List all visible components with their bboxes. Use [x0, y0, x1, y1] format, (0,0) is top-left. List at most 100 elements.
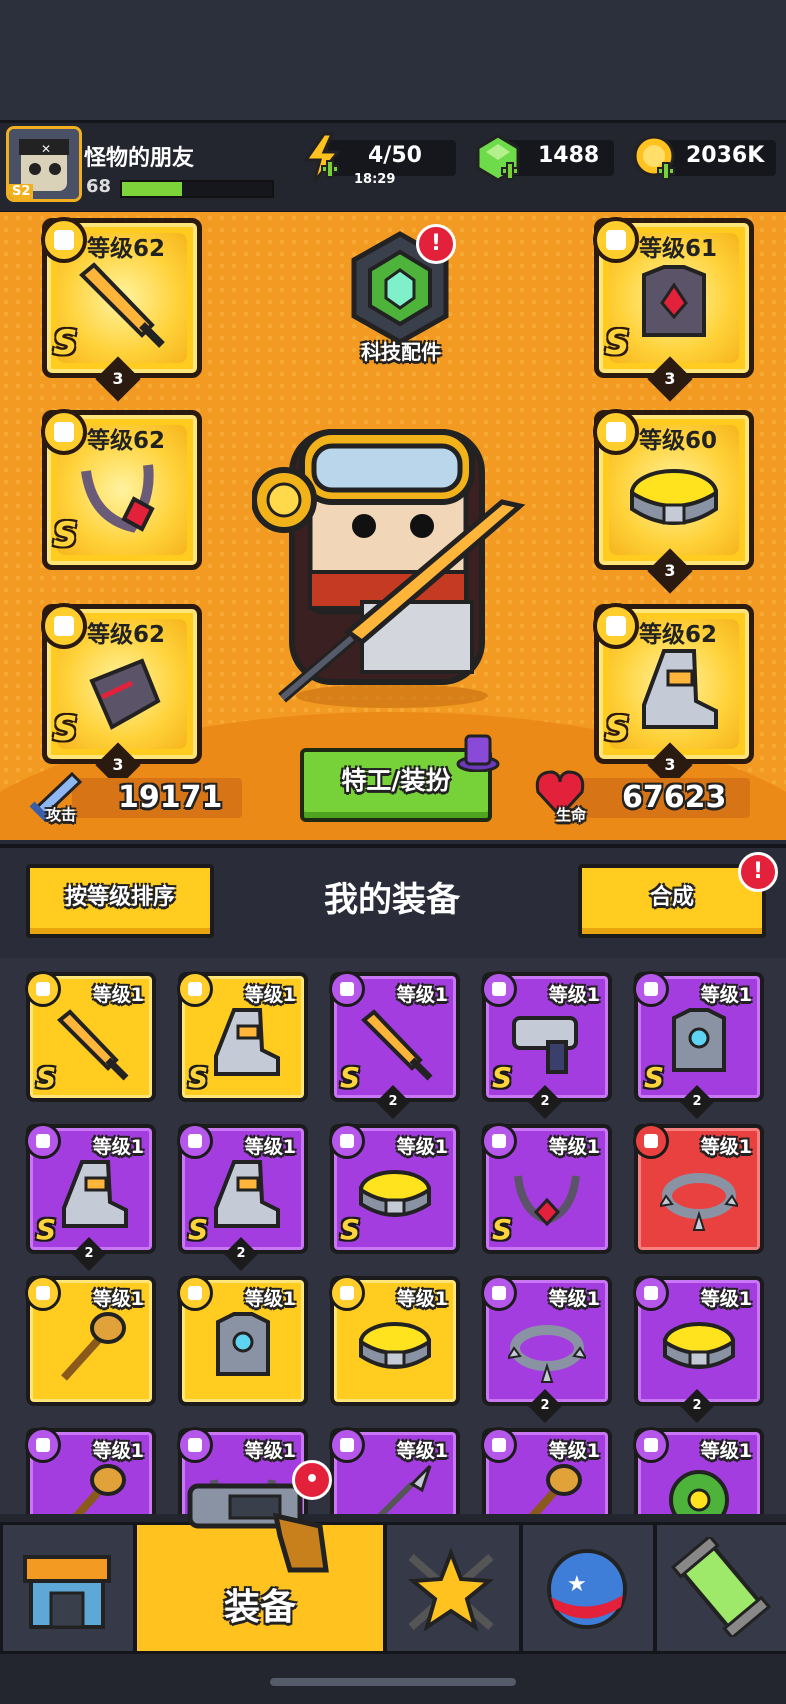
tab-planet[interactable]: ★ — [520, 1522, 656, 1654]
item-type-icon — [25, 971, 61, 1007]
equipment-item[interactable]: 等级1 — [633, 1123, 764, 1254]
slot-necklace[interactable]: 等级62 S — [41, 409, 202, 570]
player-name: 怪物的朋友 — [84, 146, 195, 171]
item-type-icon — [177, 1123, 213, 1159]
equipment-item[interactable]: 等级1 S 2 — [481, 971, 612, 1119]
slot-belt[interactable]: 等级60 3 — [593, 409, 754, 594]
item-type-icon — [25, 1275, 61, 1311]
equipment-item[interactable]: 等级1 S — [25, 971, 156, 1102]
item-level: 等级1 — [244, 1136, 296, 1158]
star-badge: 2 — [376, 1085, 410, 1119]
gloves-icon — [89, 658, 161, 730]
home-indicator — [270, 1678, 516, 1686]
player-level: 68 — [86, 176, 112, 197]
energy-icon[interactable] — [300, 132, 346, 184]
tab-dna[interactable] — [654, 1522, 786, 1654]
necklace-icon — [81, 464, 155, 533]
item-rank: S — [188, 1061, 209, 1094]
item-type-icon — [633, 1427, 669, 1463]
slot-gloves[interactable]: 等级62 S 3 — [41, 603, 202, 788]
tab-shop[interactable] — [0, 1522, 136, 1654]
spiked-collar-icon — [660, 1173, 738, 1231]
coins-value: 2036K — [686, 143, 765, 168]
item-level: 等级1 — [548, 1440, 600, 1462]
equipment-item[interactable]: 等级1 — [481, 1427, 612, 1514]
boots-icon — [62, 1160, 128, 1228]
dna-icon — [670, 1534, 772, 1640]
item-type-icon — [177, 1275, 213, 1311]
star-badge: 2 — [528, 1085, 562, 1119]
equipment-item[interactable]: 等级1 S 2 — [25, 1123, 156, 1271]
item-type-icon — [329, 971, 365, 1007]
star-badge: 2 — [680, 1085, 714, 1119]
equipment-item[interactable]: 等级1 S — [329, 1123, 460, 1254]
item-level: 等级1 — [548, 1136, 600, 1158]
hp-value: 67623 — [622, 780, 727, 815]
necklace-icon — [514, 1175, 580, 1227]
attack-label: 攻击 — [46, 806, 77, 824]
xp-bar — [120, 180, 274, 198]
item-level: 等级1 — [244, 1440, 296, 1462]
item-level: 等级1 — [700, 1288, 752, 1310]
season-tag: S2 — [9, 184, 34, 199]
gem-icon[interactable] — [474, 132, 522, 184]
hammer-icon — [529, 1464, 582, 1514]
coin-icon[interactable] — [632, 132, 680, 184]
item-level: 等级1 — [244, 984, 296, 1006]
player-avatar[interactable]: ✕ S2 — [6, 126, 82, 202]
item-rank: S — [340, 1213, 361, 1246]
belt-icon — [663, 1322, 735, 1369]
item-level: 等级1 — [244, 1288, 296, 1310]
hammer-icon — [61, 1312, 126, 1381]
item-type-icon — [481, 1123, 517, 1159]
slot-boots[interactable]: 等级62 S 3 — [593, 603, 754, 788]
slot-armor[interactable]: 等级61 S 3 — [593, 217, 754, 402]
equipment-item[interactable]: 等级1 — [329, 1275, 460, 1406]
star-badge: 3 — [647, 548, 693, 594]
item-level: 等级1 — [700, 1440, 752, 1462]
boots-icon — [214, 1160, 280, 1228]
belt-icon — [359, 1322, 431, 1369]
tech-accessory-label: 科技配件 — [361, 340, 441, 364]
equipment-item[interactable]: 等级1 2 — [633, 1275, 764, 1423]
item-rank: S — [492, 1213, 513, 1246]
equipment-item[interactable]: 等级1 — [25, 1275, 156, 1406]
equipment-item[interactable]: 等级1 S — [481, 1123, 612, 1254]
item-rank: S — [340, 1061, 361, 1094]
item-type-icon — [25, 1123, 61, 1159]
sword-icon — [79, 262, 165, 348]
equipment-item[interactable]: 等级1 S — [177, 971, 308, 1102]
tech-alert-badge: ! — [416, 224, 456, 264]
equipment-item[interactable]: 等级1 S 2 — [177, 1123, 308, 1271]
equipment-item[interactable]: 等级1 S 2 — [633, 971, 764, 1119]
sort-by-level-button[interactable]: 按等级排序 — [26, 864, 214, 938]
energy-value: 4/50 — [368, 143, 422, 168]
item-level: 等级1 — [396, 1440, 448, 1462]
item-level: 等级1 — [548, 984, 600, 1006]
item-level: 等级1 — [396, 1136, 448, 1158]
merge-alert-badge: ! — [738, 852, 778, 892]
slot-weapon[interactable]: 等级62 S 3 — [41, 217, 202, 402]
item-level: 等级1 — [700, 984, 752, 1006]
equipment-item[interactable]: 等级1 S 2 — [329, 971, 460, 1119]
equipment-item[interactable]: 等级1 2 — [481, 1275, 612, 1423]
sword-icon — [361, 1009, 433, 1081]
equipment-item[interactable]: 等级1 — [25, 1427, 156, 1514]
tab-star[interactable] — [384, 1522, 522, 1654]
item-rank: S — [36, 1061, 57, 1094]
item-rank: S — [492, 1061, 513, 1094]
equipment-item[interactable]: 等级1 — [329, 1427, 460, 1514]
item-rank: S — [36, 1213, 57, 1246]
svg-text:✕: ✕ — [41, 142, 51, 156]
shop-icon — [23, 1555, 111, 1629]
planet-icon: ★ — [547, 1549, 627, 1629]
hammer-icon — [73, 1464, 126, 1514]
item-level: 等级1 — [700, 1136, 752, 1158]
hp-label: 生命 — [556, 806, 587, 824]
star-badge: 3 — [647, 356, 693, 402]
star-swords-icon — [407, 1547, 495, 1632]
equipment-item[interactable]: 等级1 — [633, 1427, 764, 1514]
item-level: 等级1 — [396, 1288, 448, 1310]
star-badge: 2 — [528, 1389, 562, 1423]
equipment-item[interactable]: 等级1 — [177, 1275, 308, 1406]
